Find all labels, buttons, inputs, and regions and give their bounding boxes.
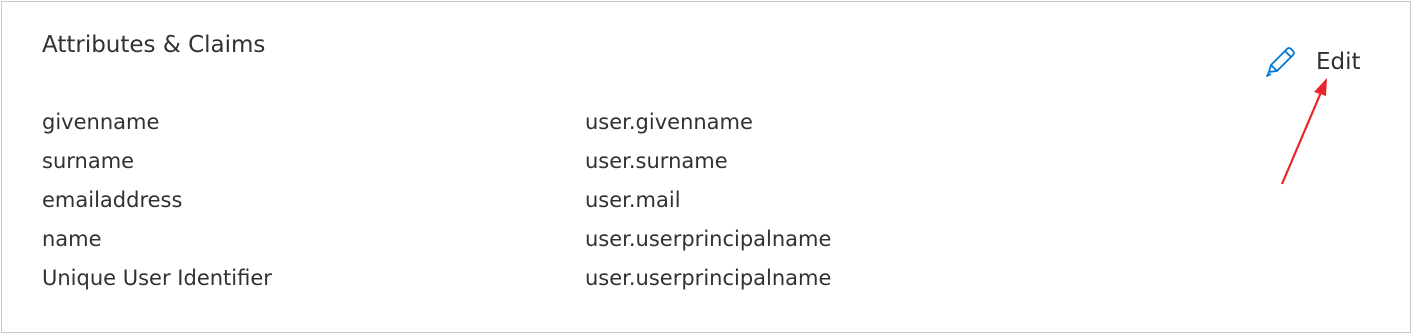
claim-row: name user.userprincipalname [42,219,1042,258]
claim-name: surname [42,148,135,173]
annotation-arrow [1280,78,1327,185]
claim-row: Unique User Identifier user.userprincipa… [42,258,1042,297]
claim-name: Unique User Identifier [42,265,272,290]
claim-value: user.surname [585,148,728,173]
section-title: Attributes & Claims [42,32,266,58]
claim-name: givenname [42,109,160,134]
claim-value: user.mail [585,187,681,212]
claim-value: user.userprincipalname [585,226,832,251]
claim-name: name [42,226,102,251]
claim-name: emailaddress [42,187,183,212]
pencil-icon[interactable] [1264,45,1296,79]
claim-row: surname user.surname [42,141,1042,180]
claims-list: givenname user.givenname surname user.su… [42,102,1042,297]
claim-row: emailaddress user.mail [42,180,1042,219]
claim-row: givenname user.givenname [42,102,1042,141]
claim-value: user.userprincipalname [585,265,832,290]
edit-label[interactable]: Edit [1316,47,1361,77]
attributes-claims-panel: Attributes & Claims Edit givenname user.… [1,1,1411,333]
claim-value: user.givenname [585,109,753,134]
edit-button[interactable]: Edit [1264,44,1361,80]
